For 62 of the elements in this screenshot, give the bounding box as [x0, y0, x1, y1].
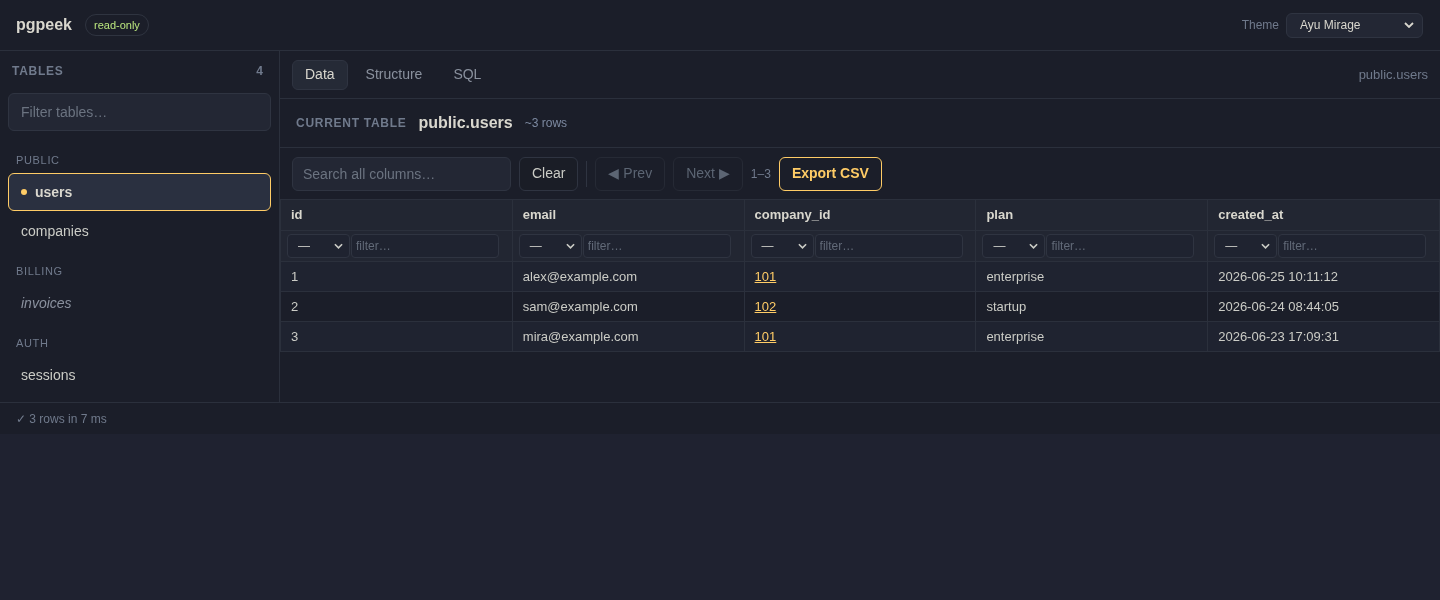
- filter-input[interactable]: filter…: [814, 234, 963, 258]
- filter-operator-select[interactable]: —: [750, 234, 814, 258]
- sidebar-item[interactable]: invoices: [8, 284, 271, 322]
- column-header: id: [280, 199, 513, 231]
- column-header: email: [512, 199, 745, 231]
- tab[interactable]: SQL: [440, 59, 495, 90]
- current-table-name: public.users: [418, 113, 513, 133]
- current-table-label: CURRENT TABLE: [296, 115, 407, 132]
- tab[interactable]: Structure: [352, 59, 436, 90]
- sidebar-item[interactable]: companies: [8, 212, 271, 250]
- app-title: pgpeek: [16, 15, 72, 35]
- column-header: company_id: [744, 199, 976, 231]
- toolbar-button[interactable]: Clear: [519, 156, 579, 191]
- table-cell: alex@example.com: [512, 261, 745, 292]
- theme-select[interactable]: Ayu Mirage: [1286, 12, 1423, 38]
- row-estimate: ~3 rows: [524, 115, 568, 132]
- table-cell: 2026-06-24 08:44:05: [1207, 291, 1440, 322]
- selected-dot-icon: [21, 189, 27, 195]
- filter-input[interactable]: filter…: [1046, 234, 1195, 258]
- chevron-down-icon: [565, 243, 575, 249]
- tab[interactable]: Data: [292, 59, 348, 90]
- chevron-down-icon: [1404, 22, 1414, 28]
- status-text: ✓ 3 rows in 7 ms: [16, 410, 107, 428]
- chevron-down-icon: [1029, 243, 1039, 249]
- column-header: created_at: [1207, 199, 1440, 231]
- theme-label: Theme: [1241, 17, 1279, 34]
- breadcrumb-text: public.users: [1358, 65, 1428, 84]
- filter-input[interactable]: filter…: [1278, 234, 1427, 258]
- table-count: 4: [256, 63, 264, 79]
- tables-heading: TABLES: [12, 63, 64, 79]
- filter-operator-select[interactable]: —: [287, 234, 350, 258]
- page-range: 1–3: [750, 165, 771, 183]
- filter-input[interactable]: filter…: [351, 234, 499, 258]
- schema-heading: PUBLIC: [15, 153, 61, 167]
- company-link[interactable]: 102: [754, 298, 777, 314]
- table-cell: 3: [280, 321, 513, 352]
- table-cell: startup: [975, 291, 1208, 322]
- filter-tables-field[interactable]: Filter tables…: [8, 93, 271, 131]
- table-cell: 2026-06-25 10:11:12: [1207, 261, 1440, 292]
- table-cell: sam@example.com: [512, 291, 745, 322]
- chevron-down-icon: [797, 243, 807, 249]
- schema-heading: AUTH: [15, 336, 50, 350]
- export-csv-button[interactable]: Export CSV: [778, 156, 882, 191]
- sidebar-item[interactable]: users: [8, 173, 271, 211]
- filter-operator-select[interactable]: —: [1214, 234, 1278, 258]
- filter-input[interactable]: filter…: [582, 234, 731, 258]
- search-field[interactable]: Search all columns…: [292, 156, 511, 191]
- chevron-down-icon: [1261, 243, 1271, 249]
- column-header: plan: [975, 199, 1208, 231]
- table-cell: mira@example.com: [512, 321, 745, 352]
- company-link[interactable]: 101: [754, 268, 777, 284]
- chevron-down-icon: [334, 243, 343, 249]
- table-cell: 1: [280, 261, 513, 292]
- table-cell: 2: [280, 291, 513, 322]
- table-cell: 2026-06-23 17:09:31: [1207, 321, 1440, 352]
- company-link[interactable]: 101: [754, 328, 777, 344]
- table-cell: enterprise: [975, 261, 1208, 292]
- filter-operator-select[interactable]: —: [982, 234, 1046, 258]
- sidebar-item[interactable]: sessions: [8, 356, 271, 394]
- schema-heading: BILLING: [15, 264, 64, 278]
- table-cell: enterprise: [975, 321, 1208, 352]
- filter-operator-select[interactable]: —: [518, 234, 582, 258]
